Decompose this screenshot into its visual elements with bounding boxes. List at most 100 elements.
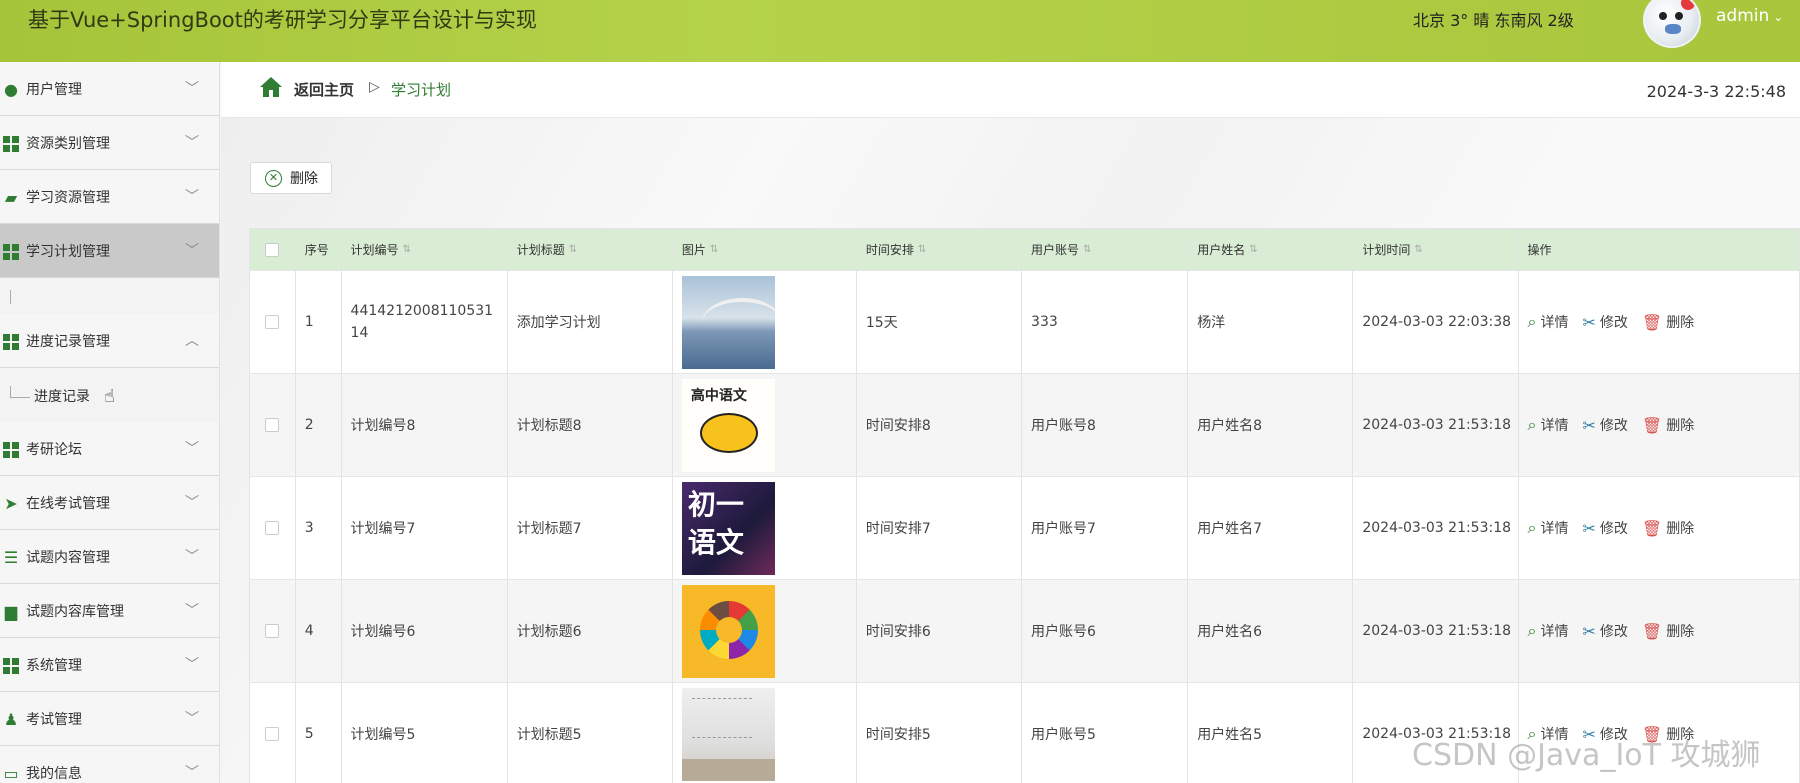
edit-button[interactable]: ✂ 修改 [1582, 415, 1627, 435]
grid-icon [3, 244, 19, 260]
sidebar-item-forum[interactable]: 考研论坛 ﹀ [0, 422, 219, 476]
sort-icon[interactable]: ⇅ [1249, 244, 1257, 255]
sidebar-item-online-exam[interactable]: ➤ 在线考试管理 ﹀ [0, 476, 219, 530]
detail-button[interactable]: ⌕ 详情 [1528, 312, 1569, 332]
row-checkbox-cell[interactable] [250, 580, 296, 682]
header-account[interactable]: 用户账号 ⇅ [1022, 229, 1189, 270]
sidebar-item-my-info[interactable]: ▭ 我的信息 ﹀ [0, 746, 219, 783]
delete-button[interactable]: 🗑 删除 [1642, 518, 1694, 538]
cell-name: 杨洋 [1188, 271, 1354, 373]
sidebar-item-user-management[interactable]: ● 用户管理 ﹀ [0, 62, 219, 116]
sidebar-item-label: 资源类别管理 [26, 135, 110, 152]
sidebar-item-resource-category[interactable]: 资源类别管理 ﹀ [0, 116, 219, 170]
header-label: 图片 [681, 243, 706, 257]
header-name[interactable]: 用户姓名 ⇅ [1188, 229, 1354, 270]
sort-icon[interactable]: ⇅ [1083, 244, 1091, 255]
header-label: 计划编号 [350, 243, 399, 257]
sort-icon[interactable]: ⇅ [710, 244, 718, 255]
wrench-icon: ✂ [1582, 312, 1596, 332]
row-checkbox-cell[interactable] [250, 477, 296, 579]
plan-image-book[interactable] [681, 687, 775, 781]
home-icon[interactable] [259, 76, 283, 98]
header-label: 序号 [304, 243, 329, 257]
header-code[interactable]: 计划编号 ⇅ [342, 229, 508, 270]
sidebar-item-learning-resources[interactable]: ▰ 学习资源管理 ﹀ [0, 170, 219, 224]
sidebar-item-exam-management[interactable]: ♟ 考试管理 ﹀ [0, 692, 219, 746]
header-title[interactable]: 计划标题 ⇅ [508, 229, 673, 270]
table-row: 4 计划编号6 计划标题6 时间安排6 用户账号6 用户姓名6 2024-03-… [250, 580, 1799, 683]
select-all-checkbox-cell[interactable] [250, 229, 296, 270]
op-label: 删除 [1666, 315, 1695, 331]
delete-button[interactable]: 🗑 删除 [1642, 415, 1694, 435]
plan-image-bridge[interactable] [681, 275, 775, 369]
breadcrumb-separator: ▷ [369, 79, 380, 95]
header-time[interactable]: 计划时间 ⇅ [1353, 229, 1519, 270]
header-image[interactable]: 图片 ⇅ [673, 229, 857, 270]
header-label: 用户账号 [1031, 243, 1080, 257]
edit-button[interactable]: ✂ 修改 [1582, 621, 1627, 641]
sort-icon[interactable]: ⇅ [918, 244, 926, 255]
username-label: admin [1716, 6, 1770, 26]
row-checkbox-cell[interactable] [250, 271, 296, 373]
sidebar-subitem-progress-record[interactable]: 进度记录 ☝ [0, 368, 219, 422]
chevron-down-icon: ﹀ [185, 81, 199, 97]
row-checkbox-cell[interactable] [250, 374, 296, 476]
cell-image [673, 580, 857, 682]
row-checkbox[interactable] [265, 727, 280, 741]
edit-button[interactable]: ✂ 修改 [1582, 518, 1627, 538]
delete-button[interactable]: 🗑 删除 [1642, 312, 1694, 332]
wrench-icon: ✂ [1582, 518, 1596, 538]
sort-icon[interactable]: ⇅ [1414, 244, 1422, 255]
breadcrumb-current: 学习计划 [391, 81, 452, 99]
plan-image-wheel[interactable] [681, 584, 775, 678]
sliders-icon: ☰ [3, 548, 19, 567]
chevron-down-icon: ﹀ [185, 135, 199, 151]
sort-icon[interactable]: ⇅ [569, 244, 577, 255]
user-menu[interactable]: admin ⌄ [1716, 6, 1783, 26]
detail-button[interactable]: ⌕ 详情 [1528, 415, 1569, 435]
sidebar-item-system[interactable]: 系统管理 ﹀ [0, 638, 219, 692]
chevron-down-icon: ﹀ [185, 495, 199, 511]
row-checkbox[interactable] [265, 624, 280, 638]
thumb-text: 高中语文 [690, 387, 747, 404]
grid-icon [3, 442, 19, 458]
header-label: 计划标题 [516, 243, 565, 257]
bridge-arch-icon [701, 297, 775, 348]
header-schedule[interactable]: 时间安排 ⇅ [857, 229, 1023, 270]
select-all-checkbox[interactable] [265, 242, 280, 257]
cell-image: 高中语文 [673, 374, 857, 476]
sidebar-item-study-plan[interactable]: 学习计划管理 ﹀ [0, 224, 219, 278]
edit-button[interactable]: ✂ 修改 [1582, 312, 1627, 332]
sidebar-item-question-bank[interactable]: ▆ 试题内容库管理 ﹀ [0, 584, 219, 638]
bulk-delete-button[interactable]: ✕ 删除 [250, 162, 332, 194]
detail-button[interactable]: ⌕ 详情 [1528, 621, 1569, 641]
avatar[interactable] [1643, 0, 1701, 48]
row-checkbox[interactable] [265, 315, 280, 329]
sort-icon[interactable]: ⇅ [403, 244, 411, 255]
thumb-line: 语文 [687, 525, 744, 559]
sidebar-item-label: 系统管理 [26, 657, 82, 674]
sidebar-item-label: 学习计划管理 [26, 243, 110, 260]
avatar-eye-icon [1675, 12, 1683, 20]
plan-image-grade1[interactable]: 初一 语文 [681, 481, 775, 575]
cell-ops: ⌕ 详情 ✂ 修改 🗑 删除 [1519, 271, 1800, 373]
breadcrumb: 返回主页 ▷ 学习计划 2024-3-3 22:5:48 [221, 62, 1800, 118]
table-row: 2 计划编号8 计划标题8 高中语文 时间安排8 用户账号8 用户姓名8 202… [250, 374, 1799, 477]
wrench-icon: ✂ [1582, 415, 1596, 435]
thumb-text: 初一 语文 [688, 486, 744, 562]
plan-image-chinese[interactable]: 高中语文 [681, 378, 775, 472]
detail-button[interactable]: ⌕ 详情 [1528, 518, 1569, 538]
op-label: 修改 [1599, 315, 1628, 331]
delete-button[interactable]: 🗑 删除 [1642, 621, 1694, 641]
row-checkbox[interactable] [265, 418, 280, 432]
paper-plane-icon: ➤ [4, 494, 18, 513]
row-checkbox-cell[interactable] [250, 683, 296, 783]
sidebar-item-progress-records[interactable]: 进度记录管理 ︿ [0, 314, 219, 368]
header-ops: 操作 [1519, 229, 1800, 270]
breadcrumb-home-link[interactable]: 返回主页 [294, 79, 354, 100]
header-label: 时间安排 [865, 243, 914, 257]
row-checkbox[interactable] [265, 521, 280, 535]
trash-icon: 🗑 [1641, 621, 1663, 641]
book-icon [681, 758, 775, 781]
sidebar-item-question-content[interactable]: ☰ 试题内容管理 ﹀ [0, 530, 219, 584]
